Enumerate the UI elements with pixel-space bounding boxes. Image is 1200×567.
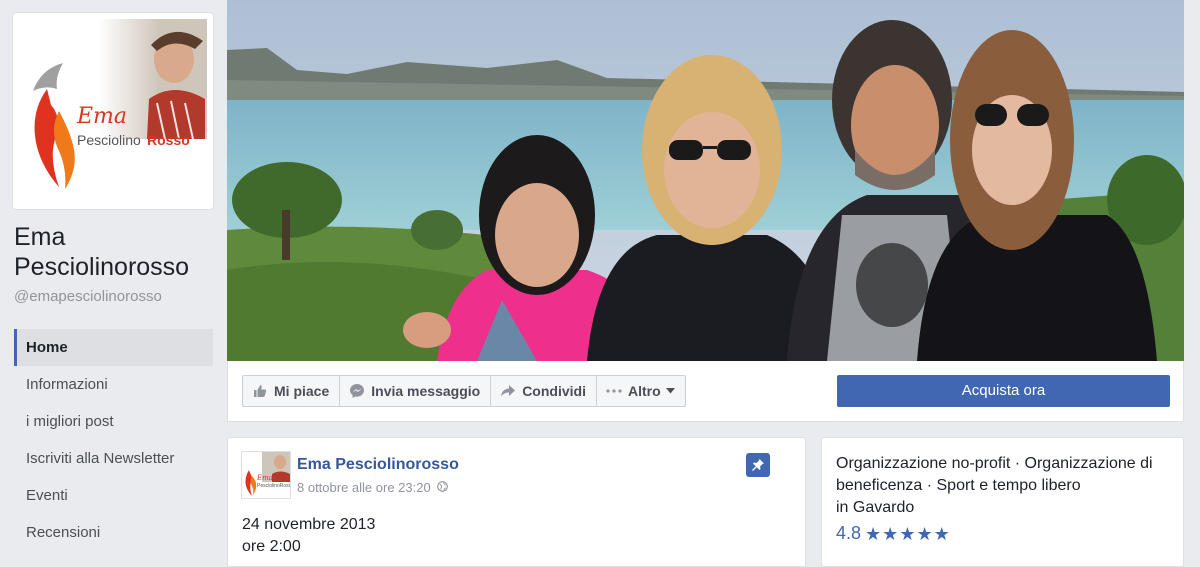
sidebar-item-recensioni[interactable]: Recensioni [14, 514, 213, 551]
more-button[interactable]: Altro [595, 375, 686, 407]
svg-text:Ema: Ema [256, 474, 273, 482]
page-title[interactable]: Ema Pesciolinorosso [14, 222, 214, 282]
page-location[interactable]: in Gavardo [836, 497, 914, 519]
more-label: Altro [627, 383, 661, 399]
post-text-line: ore 2:00 [242, 538, 301, 555]
send-message-label: Invia messaggio [371, 383, 481, 399]
messenger-icon [348, 383, 366, 399]
globe-icon[interactable] [436, 480, 448, 495]
page-info-card: Organizzazione no-profit · Organizzazion… [821, 437, 1184, 567]
star-icon: ★ [882, 523, 899, 544]
profile-picture[interactable]: Ema Pesciolino Rosso [12, 12, 214, 210]
share-arrow-icon [499, 383, 517, 399]
sidebar-item-eventi[interactable]: Eventi [14, 477, 213, 514]
buy-now-button[interactable]: Acquista ora [837, 375, 1170, 407]
sidebar-item-informazioni[interactable]: Informazioni [14, 366, 213, 403]
star-icon: ★ [916, 523, 933, 544]
sidebar-item-migliori-post[interactable]: i migliori post [14, 403, 213, 440]
pin-icon[interactable] [746, 453, 770, 477]
like-label: Mi piace [274, 383, 330, 399]
pinned-post: Ema PesciolinoRosso Ema Pesciolinorosso … [227, 437, 806, 567]
cover-photo[interactable] [227, 0, 1184, 361]
svg-text:Rosso: Rosso [147, 132, 190, 148]
star-icon: ★ [933, 523, 950, 544]
thumbs-up-icon [251, 383, 269, 399]
svg-text:PesciolinoRosso: PesciolinoRosso [257, 483, 290, 489]
sidebar-nav: Home Informazioni i migliori post Iscriv… [14, 329, 213, 551]
svg-text:Ema: Ema [76, 104, 127, 129]
post-avatar[interactable]: Ema PesciolinoRosso [241, 451, 291, 499]
sidebar-item-home[interactable]: Home [14, 329, 213, 366]
more-dots-icon [605, 383, 623, 399]
svg-text:Pesciolino: Pesciolino [77, 132, 141, 148]
post-meta: 8 ottobre alle ore 23:20 [297, 480, 448, 495]
share-button[interactable]: Condividi [490, 375, 597, 407]
page-logo: Ema Pesciolino Rosso [19, 19, 207, 203]
page-action-bar: Mi piace Invia messaggio Condividi Altro… [227, 361, 1184, 422]
like-button[interactable]: Mi piace [242, 375, 341, 407]
rating-stars: ★ ★ ★ ★ ★ [865, 525, 951, 543]
star-icon: ★ [865, 523, 882, 544]
post-author[interactable]: Ema Pesciolinorosso [297, 456, 459, 474]
post-text-line: 24 novembre 2013 [242, 516, 376, 533]
post-timestamp[interactable]: 8 ottobre alle ore 23:20 [297, 480, 431, 495]
chevron-down-icon [665, 388, 675, 394]
action-buttons: Mi piace Invia messaggio Condividi Altro [242, 375, 686, 407]
page-categories[interactable]: Organizzazione no-profit · Organizzazion… [836, 453, 1176, 497]
page-handle[interactable]: @emapesciolinorosso [14, 288, 162, 305]
send-message-button[interactable]: Invia messaggio [339, 375, 492, 407]
star-icon: ★ [899, 523, 916, 544]
page-rating[interactable]: 4.8 ★ ★ ★ ★ ★ [836, 523, 951, 544]
share-label: Condividi [522, 383, 586, 399]
post-body: 24 novembre 2013 ore 2:00 [242, 514, 375, 558]
rating-value: 4.8 [836, 523, 862, 543]
sidebar-item-newsletter[interactable]: Iscriviti alla Newsletter [14, 440, 213, 477]
